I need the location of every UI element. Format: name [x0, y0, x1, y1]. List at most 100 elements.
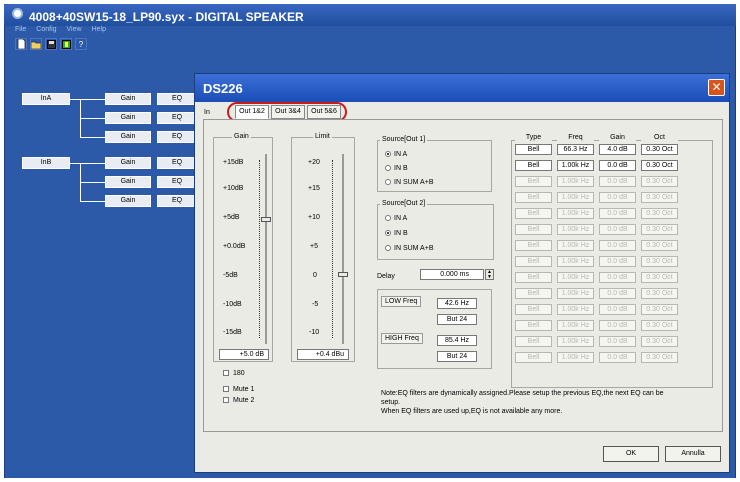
eq-cell-freq[interactable]: 66.3 Hz — [557, 144, 594, 155]
low-freq-field[interactable]: 42.6 Hz — [437, 298, 477, 309]
source-out2-option-ina[interactable]: IN A — [385, 214, 407, 222]
eq-block[interactable]: EQ — [157, 176, 197, 188]
checkbox-box[interactable] — [223, 386, 229, 392]
gain-block[interactable]: Gain — [105, 195, 151, 207]
eq-cell-oct[interactable]: 0.30 Oct — [641, 144, 678, 155]
radio[interactable] — [385, 245, 391, 251]
eq-cell-type[interactable]: Bell — [515, 320, 552, 331]
delay-field[interactable]: 0.000 ms — [420, 269, 484, 280]
eq-cell-oct[interactable]: 0.30 Oct — [641, 320, 678, 331]
limit-slider-thumb[interactable] — [338, 272, 348, 277]
eq-cell-type[interactable]: Bell — [515, 192, 552, 203]
eq-cell-gain[interactable]: 0.0 dB — [599, 320, 636, 331]
high-freq-field[interactable]: 85.4 Hz — [437, 335, 477, 346]
source-out1-option-sum[interactable]: IN SUM A+B — [385, 178, 433, 186]
eq-cell-oct[interactable]: 0.30 Oct — [641, 352, 678, 363]
menu-file[interactable]: File — [15, 26, 26, 36]
eq-block[interactable]: EQ — [157, 131, 197, 143]
eq-cell-type[interactable]: Bell — [515, 272, 552, 283]
eq-block[interactable]: EQ — [157, 93, 197, 105]
source-out2-option-sum[interactable]: IN SUM A+B — [385, 244, 433, 252]
eq-cell-gain[interactable]: 0.0 dB — [599, 224, 636, 235]
radio[interactable] — [385, 179, 391, 185]
cancel-button[interactable]: Annulla — [665, 446, 721, 462]
source-out2-option-inb[interactable]: IN B — [385, 229, 408, 237]
eq-block[interactable]: EQ — [157, 112, 197, 124]
eq-cell-gain[interactable]: 4.0 dB — [599, 144, 636, 155]
eq-cell-freq[interactable]: 1.00k Hz — [557, 208, 594, 219]
save-icon[interactable] — [45, 38, 57, 50]
eq-cell-freq[interactable]: 1.00k Hz — [557, 256, 594, 267]
eq-cell-gain[interactable]: 0.0 dB — [599, 288, 636, 299]
gain-slider-thumb[interactable] — [261, 217, 271, 222]
eq-cell-gain[interactable]: 0.0 dB — [599, 208, 636, 219]
eq-cell-gain[interactable]: 0.0 dB — [599, 272, 636, 283]
eq-cell-gain[interactable]: 0.0 dB — [599, 176, 636, 187]
eq-cell-freq[interactable]: 1.00k Hz — [557, 176, 594, 187]
eq-cell-gain[interactable]: 0.0 dB — [599, 256, 636, 267]
eq-cell-oct[interactable]: 0.30 Oct — [641, 304, 678, 315]
eq-cell-freq[interactable]: 1.00k Hz — [557, 304, 594, 315]
help-icon[interactable]: ? — [75, 38, 87, 50]
low-filter-type-field[interactable]: But 24 — [437, 314, 477, 325]
gain-block[interactable]: Gain — [105, 176, 151, 188]
invert-180-checkbox[interactable]: 180 — [223, 369, 245, 377]
eq-cell-type[interactable]: Bell — [515, 144, 552, 155]
eq-cell-oct[interactable]: 0.30 Oct — [641, 224, 678, 235]
eq-cell-type[interactable]: Bell — [515, 336, 552, 347]
eq-cell-gain[interactable]: 0.0 dB — [599, 240, 636, 251]
gain-block[interactable]: Gain — [105, 112, 151, 124]
limit-value-field[interactable]: +0.4 dBu — [297, 349, 349, 360]
eq-cell-freq[interactable]: 1.00k Hz — [557, 272, 594, 283]
gain-slider-track[interactable] — [265, 154, 267, 344]
radio-selected[interactable] — [385, 151, 391, 157]
gain-block[interactable]: Gain — [105, 157, 151, 169]
eq-cell-type[interactable]: Bell — [515, 352, 552, 363]
eq-cell-freq[interactable]: 1.00k Hz — [557, 336, 594, 347]
eq-cell-oct[interactable]: 0.30 Oct — [641, 192, 678, 203]
eq-cell-oct[interactable]: 0.30 Oct — [641, 272, 678, 283]
radio[interactable] — [385, 215, 391, 221]
eq-cell-type[interactable]: Bell — [515, 176, 552, 187]
eq-cell-gain[interactable]: 0.0 dB — [599, 160, 636, 171]
eq-block[interactable]: EQ — [157, 195, 197, 207]
open-folder-icon[interactable] — [30, 38, 42, 50]
checkbox-box[interactable] — [223, 370, 229, 376]
checkbox-box[interactable] — [223, 397, 229, 403]
eq-cell-freq[interactable]: 1.00k Hz — [557, 240, 594, 251]
eq-cell-oct[interactable]: 0.30 Oct — [641, 240, 678, 251]
source-out1-option-inb[interactable]: IN B — [385, 164, 408, 172]
close-icon[interactable]: ✕ — [708, 79, 725, 96]
eq-cell-gain[interactable]: 0.0 dB — [599, 192, 636, 203]
eq-cell-freq[interactable]: 1.00k Hz — [557, 352, 594, 363]
eq-cell-freq[interactable]: 1.00k Hz — [557, 288, 594, 299]
device-icon[interactable] — [60, 38, 72, 50]
eq-cell-type[interactable]: Bell — [515, 304, 552, 315]
source-out1-option-ina[interactable]: IN A — [385, 150, 407, 158]
eq-cell-freq[interactable]: 1.00k Hz — [557, 192, 594, 203]
eq-cell-oct[interactable]: 0.30 Oct — [641, 208, 678, 219]
delay-spinner[interactable]: ▲ ▼ — [485, 269, 494, 280]
radio-selected[interactable] — [385, 230, 391, 236]
eq-cell-type[interactable]: Bell — [515, 288, 552, 299]
gain-value-field[interactable]: +5.0 dB — [219, 349, 269, 360]
eq-cell-oct[interactable]: 0.30 Oct — [641, 288, 678, 299]
eq-cell-type[interactable]: Bell — [515, 240, 552, 251]
eq-cell-freq[interactable]: 1.00k Hz — [557, 320, 594, 331]
input-block-b[interactable]: InB — [22, 157, 70, 169]
eq-cell-freq[interactable]: 1.00k Hz — [557, 224, 594, 235]
ok-button[interactable]: OK — [603, 446, 659, 462]
eq-cell-type[interactable]: Bell — [515, 160, 552, 171]
eq-cell-type[interactable]: Bell — [515, 256, 552, 267]
menu-help[interactable]: Help — [92, 26, 106, 36]
eq-cell-type[interactable]: Bell — [515, 208, 552, 219]
radio[interactable] — [385, 165, 391, 171]
eq-cell-oct[interactable]: 0.30 Oct — [641, 160, 678, 171]
eq-cell-oct[interactable]: 0.30 Oct — [641, 176, 678, 187]
mute-2-checkbox[interactable]: Mute 2 — [223, 396, 254, 404]
gain-block[interactable]: Gain — [105, 93, 151, 105]
menu-view[interactable]: View — [67, 26, 82, 36]
eq-cell-gain[interactable]: 0.0 dB — [599, 336, 636, 347]
limit-slider-track[interactable] — [342, 154, 344, 344]
eq-cell-oct[interactable]: 0.30 Oct — [641, 256, 678, 267]
